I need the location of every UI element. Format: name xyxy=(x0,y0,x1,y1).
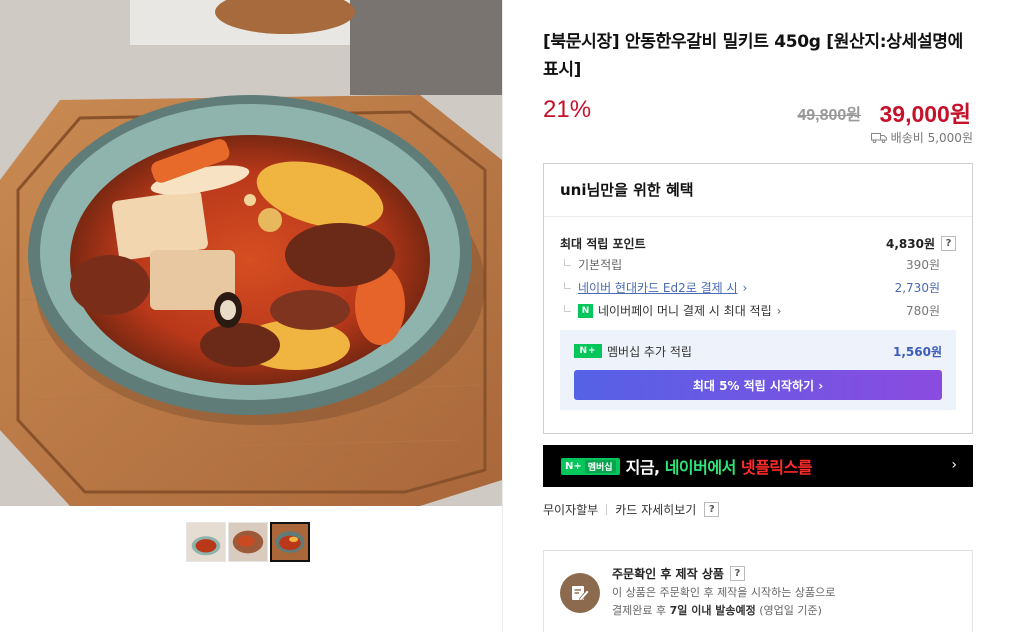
tree-branch-icon xyxy=(564,281,571,289)
chevron-right-icon: › xyxy=(742,280,748,295)
thumbnail-1[interactable] xyxy=(186,522,226,562)
shipping-fee-text: 배송비 5,000원 xyxy=(890,131,973,145)
truck-icon xyxy=(870,133,887,143)
point-row-label: 기본적립 xyxy=(578,258,623,272)
product-info: [북문시장] 안동한우갈비 밀키트 450g [원산지:상세설명에 표시] 21… xyxy=(543,28,973,147)
thumbnail-2[interactable] xyxy=(228,522,268,562)
naver-membership-badge: N+ 멤버십 xyxy=(561,457,620,475)
main-product-image[interactable] xyxy=(0,0,502,506)
braised-beef-rib-stew-photo xyxy=(0,0,502,506)
divider xyxy=(606,504,608,515)
help-icon[interactable]: ? xyxy=(941,235,956,251)
tree-branch-icon xyxy=(564,304,571,312)
benefit-box: uni님만을 위한 혜택 최대 적립 포인트 4,830원 ? 기본적립 390… xyxy=(543,163,973,434)
membership-box: N+ 멤버십 추가 적립 1,560원 최대 5% 적립 시작하기 › xyxy=(560,330,956,410)
banner-text: 지금, 네이버에서 넷플릭스를 xyxy=(625,458,813,477)
card-benefit-link[interactable]: 네이버 현대카드 Ed2로 결제 시 xyxy=(578,279,738,296)
point-row-basic: 기본적립 390원 xyxy=(560,253,956,276)
naver-pay-icon: N xyxy=(578,303,593,318)
original-price: 49,800원 xyxy=(797,107,861,124)
point-row-npay: N 네이버페이 머니 결제 시 최대 적립 › 780원 xyxy=(560,299,956,322)
chevron-right-icon: › xyxy=(776,303,782,318)
made-to-order-notice: 주문확인 후 제작 상품 ? 이 상품은 주문확인 후 제작을 시작하는 상품으… xyxy=(543,550,973,632)
thumbnail-3[interactable] xyxy=(270,522,310,562)
sale-price: 39,000원 xyxy=(879,101,971,127)
point-row-value: 2,730원 xyxy=(894,281,940,295)
price-row: 21% 49,800원 39,000원 xyxy=(543,96,973,132)
made-to-order-description: 이 상품은 주문확인 후 제작을 시작하는 상품으로 결제완료 후 7일 이내 … xyxy=(612,586,836,617)
point-row-value: 780원 xyxy=(906,304,940,318)
point-row-value: 390원 xyxy=(906,258,940,272)
pencil-note-icon xyxy=(560,573,600,613)
start-membership-button[interactable]: 최대 5% 적립 시작하기 › xyxy=(574,370,942,400)
installment-link[interactable]: 무이자할부 xyxy=(543,501,598,518)
point-list: 최대 적립 포인트 4,830원 ? 기본적립 390원 네이버 현대카드 Ed… xyxy=(544,217,972,322)
max-points-value: 4,830원 xyxy=(886,236,935,251)
help-icon[interactable]: ? xyxy=(704,502,720,517)
product-gallery xyxy=(0,0,502,632)
membership-netflix-banner[interactable]: N+ 멤버십 지금, 네이버에서 넷플릭스를 › xyxy=(543,445,973,487)
npay-benefit-link[interactable]: 네이버페이 머니 결제 시 최대 적립 xyxy=(598,302,772,319)
card-detail-link[interactable]: 카드 자세히보기 xyxy=(615,501,696,518)
payment-options-row: 무이자할부 카드 자세히보기 ? xyxy=(543,501,720,518)
made-to-order-title: 주문확인 후 제작 상품 ? xyxy=(612,565,745,582)
discount-rate: 21% xyxy=(543,96,592,123)
point-row-card: 네이버 현대카드 Ed2로 결제 시 › 2,730원 xyxy=(560,276,956,299)
max-points-row: 최대 적립 포인트 4,830원 ? xyxy=(560,233,956,253)
product-title: [북문시장] 안동한우갈비 밀키트 450g [원산지:상세설명에 표시] xyxy=(543,32,963,80)
naver-plus-badge: N+ xyxy=(574,344,602,358)
membership-value: 1,560원 xyxy=(893,344,942,359)
column-divider xyxy=(502,0,503,632)
max-points-label: 최대 적립 포인트 xyxy=(560,236,646,251)
benefit-header: uni님만을 위한 혜택 xyxy=(544,164,972,217)
chevron-right-icon: › xyxy=(951,457,957,473)
membership-label: 멤버십 추가 적립 xyxy=(607,344,692,359)
tree-branch-icon xyxy=(564,258,571,266)
help-icon[interactable]: ? xyxy=(729,566,745,581)
thumbnail-strip xyxy=(186,522,310,562)
